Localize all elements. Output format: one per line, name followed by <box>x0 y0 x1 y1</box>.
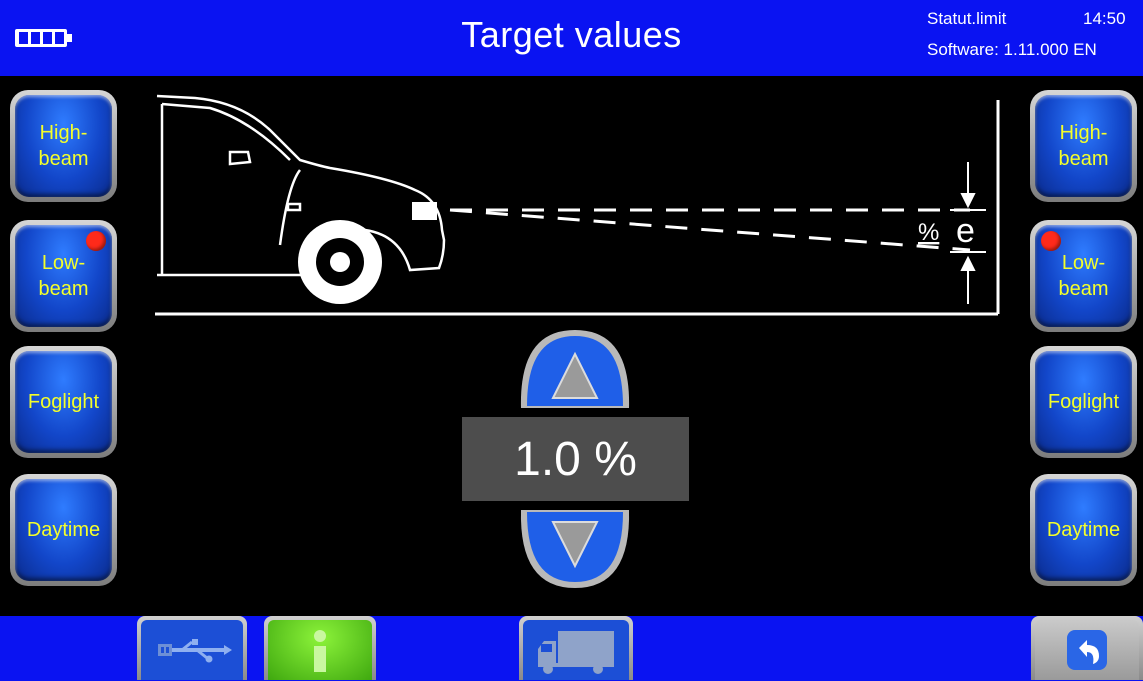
top-bar: Target values Statut.limit 14:50 Softwar… <box>0 0 1143 76</box>
button-label: High- <box>1059 122 1108 144</box>
button-label: Foglight <box>1047 391 1120 413</box>
left-highbeam-button[interactable]: High-beam <box>10 90 117 202</box>
button-label: beam <box>1058 148 1109 170</box>
info-icon <box>314 630 326 672</box>
e-label: e <box>956 212 975 250</box>
left-lowbeam-button[interactable]: Low-beam <box>10 220 117 332</box>
button-label: beam <box>38 278 89 300</box>
target-value-display: 1.0 % <box>462 417 689 501</box>
active-indicator <box>1041 231 1061 251</box>
usb-icon <box>158 639 232 663</box>
headlight <box>412 202 437 220</box>
percent-label: % <box>918 219 939 246</box>
truck-icon <box>538 631 614 674</box>
left-daytime-button[interactable]: Daytime <box>10 474 117 586</box>
software-version: Software: 1.11.000 EN <box>927 40 1097 59</box>
right-foglight-button[interactable]: Foglight <box>1030 346 1137 458</box>
button-label: Low- <box>41 252 86 274</box>
increase-button[interactable] <box>517 326 633 410</box>
back-icon <box>1067 630 1107 670</box>
clock: 14:50 <box>1083 9 1126 28</box>
button-label: beam <box>1058 278 1109 300</box>
decrease-button[interactable] <box>517 508 633 592</box>
button-label: High- <box>39 122 88 144</box>
button-label: Daytime <box>1046 519 1121 541</box>
info-button[interactable] <box>264 616 376 680</box>
headlight-aim-diagram: % e <box>155 94 1000 316</box>
right-daytime-button[interactable]: Daytime <box>1030 474 1137 586</box>
active-indicator <box>86 231 106 251</box>
button-label: beam <box>38 148 89 170</box>
back-button[interactable] <box>1031 616 1143 680</box>
left-foglight-button[interactable]: Foglight <box>10 346 117 458</box>
status-label: Statut.limit <box>927 9 1007 28</box>
right-lowbeam-button[interactable]: Low-beam <box>1030 220 1137 332</box>
vehicle-button[interactable] <box>519 616 633 680</box>
usb-button[interactable] <box>137 616 247 680</box>
button-label: Daytime <box>26 519 101 541</box>
right-highbeam-button[interactable]: High-beam <box>1030 90 1137 202</box>
button-label: Low- <box>1061 252 1106 274</box>
button-label: Foglight <box>27 391 100 413</box>
